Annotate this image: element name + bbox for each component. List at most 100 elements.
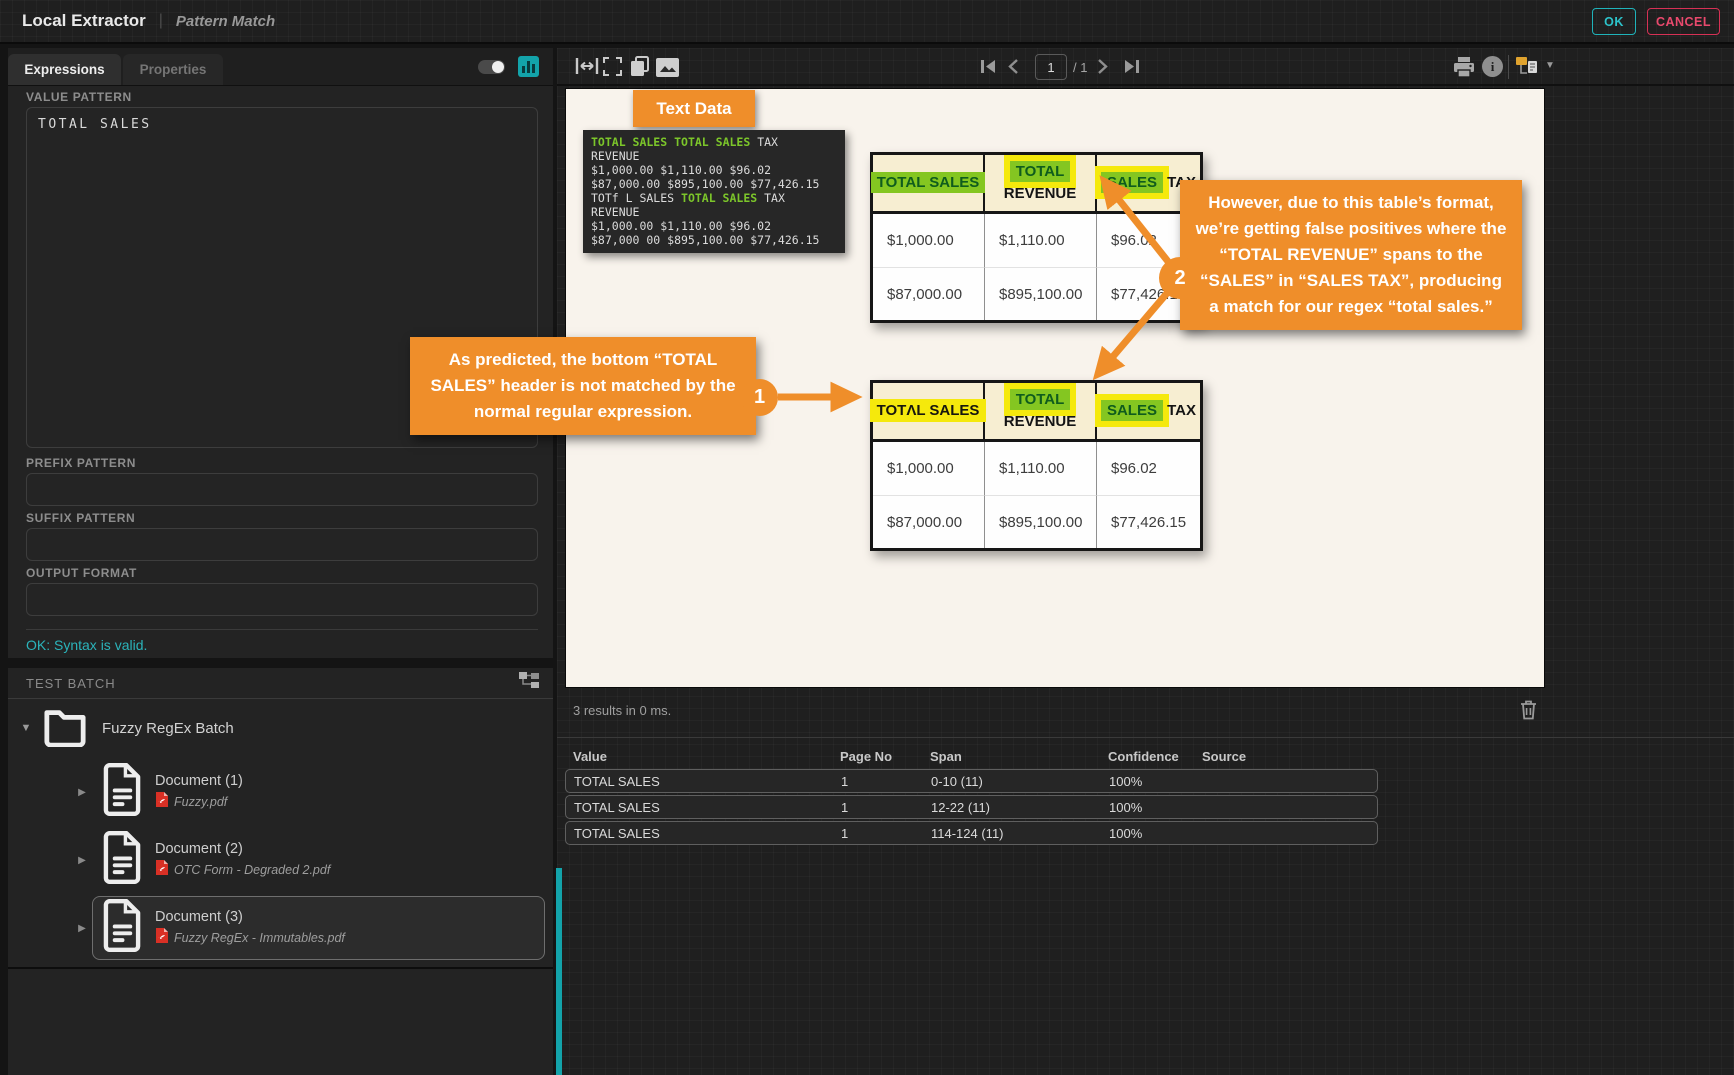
result-span: 114-124 (11) (931, 826, 1109, 841)
result-confidence: 100% (1109, 800, 1203, 815)
scrollbar-thumb[interactable] (556, 868, 562, 1075)
result-confidence: 100% (1109, 774, 1203, 789)
hierarchy-icon[interactable] (519, 672, 539, 696)
image-icon[interactable] (656, 58, 679, 82)
document-row[interactable]: ▶ Document (1) Fuzzy.pdf (8, 758, 553, 826)
result-value: TOTAL SALES (574, 800, 841, 815)
result-page-no: 1 (841, 826, 931, 841)
marquee-select-icon[interactable] (603, 57, 622, 76)
cancel-button[interactable]: CANCEL (1647, 8, 1720, 35)
prefix-pattern-label: PREFIX PATTERN (26, 456, 136, 470)
document-name: Document (1) (155, 773, 243, 789)
result-page-no: 1 (841, 800, 931, 815)
page-title: Local Extractor (22, 11, 146, 31)
copy-pages-icon[interactable] (630, 56, 650, 82)
expand-caret-icon[interactable]: ▶ (72, 923, 92, 934)
pdf-icon (155, 928, 168, 948)
prefix-pattern-input[interactable] (26, 473, 538, 506)
toggle-icon[interactable] (478, 60, 505, 74)
annotation-callout-1: As predicted, the bottom “TOTAL SALES” h… (410, 337, 756, 435)
document-filename: OTC Form - Degraded 2.pdf (174, 863, 330, 877)
col-header-span[interactable]: Span (930, 749, 1108, 764)
suffix-pattern-input[interactable] (26, 528, 538, 561)
output-format-label: OUTPUT FORMAT (26, 566, 137, 580)
result-value: TOTAL SALES (574, 774, 841, 789)
chevron-down-icon[interactable]: ▼ (1545, 60, 1555, 71)
document-icon (103, 831, 142, 889)
titlebar: Local Extractor | Pattern Match OK CANCE… (0, 0, 1734, 44)
viewer-toolbar: / 1 i ▼ (557, 48, 1734, 86)
trash-icon[interactable] (1520, 700, 1537, 725)
nav-prev-icon[interactable] (1008, 59, 1019, 79)
document-filename: Fuzzy.pdf (174, 795, 227, 809)
pdf-icon (155, 792, 168, 812)
result-span: 0-10 (11) (931, 774, 1109, 789)
divider (557, 737, 1734, 738)
expressions-panel: Expressions Properties VALUE PATTERN TOT… (8, 48, 553, 1075)
value-pattern-label: VALUE PATTERN (26, 90, 132, 104)
title-separator: | (159, 12, 163, 30)
bar-chart-icon[interactable] (518, 56, 539, 77)
info-icon[interactable]: i (1482, 56, 1503, 77)
result-span: 12-22 (11) (931, 800, 1109, 815)
divider (8, 967, 553, 969)
document-row[interactable]: ▶ Document (2) OTC Form - Degraded 2.pdf (8, 826, 553, 894)
tab-properties[interactable]: Properties (123, 54, 223, 85)
page-number-input[interactable] (1035, 54, 1067, 80)
document-list: ▶ Document (1) Fuzzy.pdf ▶ D (8, 758, 553, 962)
fit-width-icon[interactable] (575, 56, 599, 81)
result-page-no: 1 (841, 774, 931, 789)
annotation-number-2: 2 (1159, 257, 1201, 299)
result-confidence: 100% (1109, 826, 1203, 841)
annotation-number-1: 1 (741, 379, 778, 416)
print-icon[interactable] (1453, 57, 1475, 83)
divider (26, 629, 538, 630)
page-subtitle: Pattern Match (176, 13, 275, 30)
suffix-pattern-label: SUFFIX PATTERN (26, 511, 135, 525)
pdf-icon (155, 860, 168, 880)
document-filename: Fuzzy RegEx - Immutables.pdf (174, 931, 345, 945)
expand-caret-icon[interactable]: ▶ (72, 787, 92, 798)
table-body: $1,000.00$1,110.00$96.02$87,000.00$895,1… (873, 442, 1200, 548)
col-header-confidence[interactable]: Confidence (1108, 749, 1202, 764)
tab-expressions[interactable]: Expressions (8, 54, 121, 85)
nav-next-icon[interactable] (1097, 59, 1108, 79)
syntax-status: OK: Syntax is valid. (26, 637, 147, 653)
document-row[interactable]: ▶ Document (3) Fuzzy RegEx - Immutables.… (8, 894, 553, 962)
document-name: Document (3) (155, 909, 345, 925)
results-rows: TOTAL SALES 1 0-10 (11) 100% TOTAL SALES… (565, 769, 1378, 845)
batch-folder-name: Fuzzy RegEx Batch (102, 720, 234, 737)
export-batch-icon[interactable] (1515, 56, 1541, 83)
document-name: Document (2) (155, 841, 330, 857)
expand-caret-icon[interactable]: ▶ (72, 855, 92, 866)
result-row[interactable]: TOTAL SALES 1 0-10 (11) 100% (565, 769, 1378, 793)
titlebar-actions: OK CANCEL (1592, 8, 1720, 35)
page-total-label: / 1 (1073, 60, 1087, 75)
sample-table-bottom: TOTΛL SALESTOTALREVENUESALES TAX $1,000.… (870, 380, 1203, 551)
result-row[interactable]: TOTAL SALES 1 114-124 (11) 100% (565, 821, 1378, 845)
nav-first-icon[interactable] (980, 59, 997, 79)
document-icon (103, 899, 142, 957)
nav-last-icon[interactable] (1123, 59, 1140, 79)
col-header-source[interactable]: Source (1202, 749, 1378, 764)
table-body: $1,000.00$1,110.00$96.02$87,000.00$895,1… (873, 214, 1200, 320)
panel-divider (8, 658, 553, 668)
ok-button[interactable]: OK (1592, 8, 1636, 35)
col-header-value[interactable]: Value (573, 749, 840, 764)
batch-folder-row[interactable]: ▼ Fuzzy RegEx Batch (8, 700, 553, 756)
results-header-row: Value Page No Span Confidence Source (565, 745, 1378, 767)
sample-table-top: TOTAL SALESTOTALREVENUESALES TAX $1,000.… (870, 152, 1203, 323)
result-row[interactable]: TOTAL SALES 1 12-22 (11) 100% (565, 795, 1378, 819)
test-batch-label: TEST BATCH (26, 676, 116, 691)
text-data-label: Text Data (633, 90, 755, 127)
toolbar-separator (1508, 55, 1509, 79)
col-header-page-no[interactable]: Page No (840, 749, 930, 764)
folder-icon (42, 704, 88, 752)
output-format-input[interactable] (26, 583, 538, 616)
table-header-row: TOTΛL SALESTOTALREVENUESALES TAX (873, 383, 1200, 442)
results-summary: 3 results in 0 ms. (573, 703, 671, 718)
document-icon (103, 763, 142, 821)
local-extractor-window: Local Extractor | Pattern Match OK CANCE… (0, 0, 1734, 1075)
result-value: TOTAL SALES (574, 826, 841, 841)
collapse-caret-icon[interactable]: ▼ (16, 722, 36, 734)
